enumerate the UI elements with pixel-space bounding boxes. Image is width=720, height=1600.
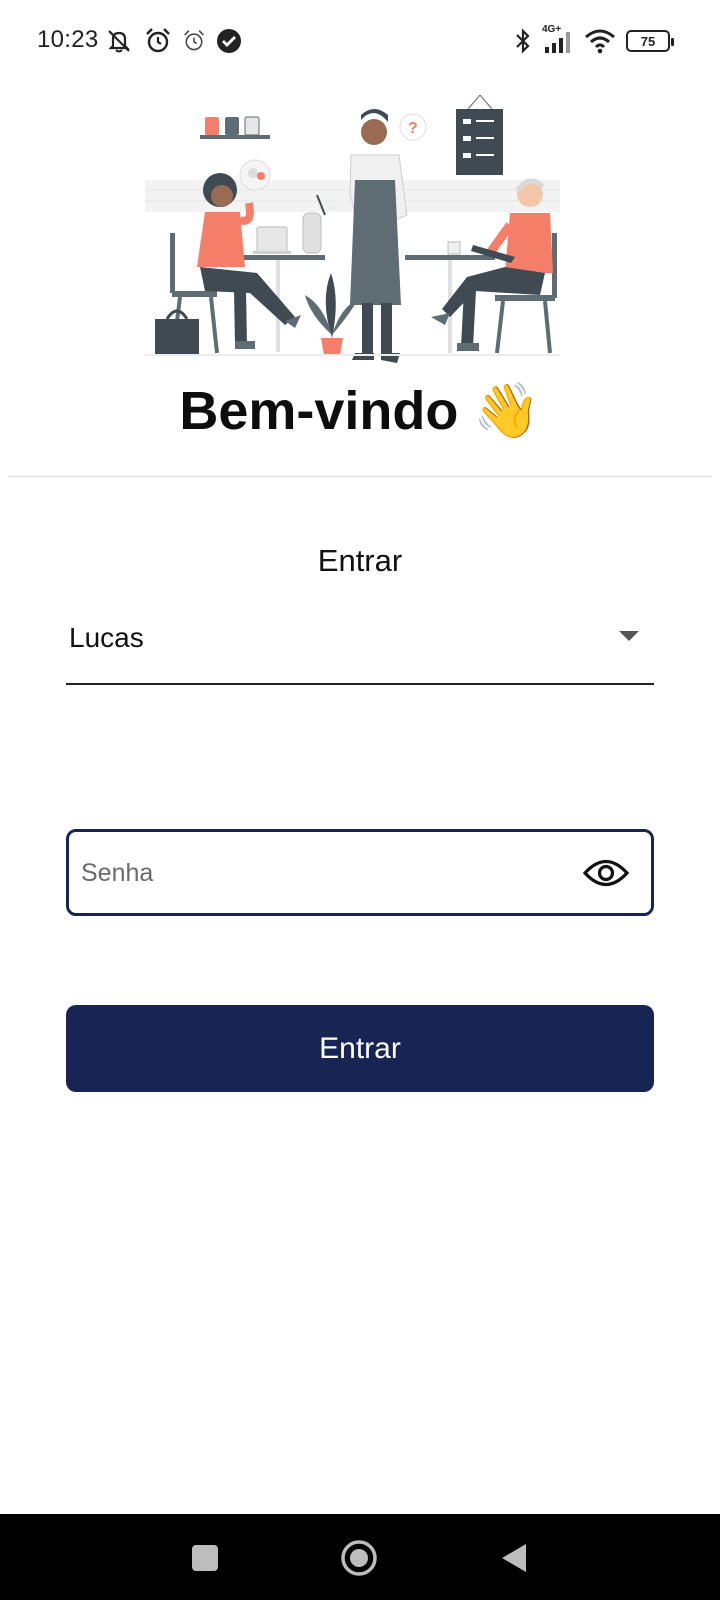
home-button[interactable]	[337, 1536, 381, 1580]
login-button[interactable]: Entrar	[66, 1005, 654, 1092]
cafe-illustration: ?	[145, 95, 560, 363]
password-field[interactable]	[66, 829, 654, 916]
recents-icon	[192, 1545, 218, 1571]
navigation-bar	[0, 1514, 720, 1600]
wifi-icon	[585, 29, 615, 54]
divider	[8, 476, 712, 477]
mute-icon	[108, 30, 130, 53]
check-circle-icon	[217, 29, 241, 53]
battery-level: 75	[640, 33, 656, 49]
bluetooth-icon	[516, 28, 530, 54]
signal-icon: 4G+	[542, 24, 574, 54]
user-select[interactable]: Lucas	[66, 605, 654, 685]
back-icon	[502, 1544, 526, 1572]
welcome-title: Bem-vindo 👋	[0, 380, 720, 443]
welcome-text: Bem-vindo	[179, 381, 459, 441]
user-select-value: Lucas	[69, 622, 144, 653]
eye-icon[interactable]	[583, 854, 629, 892]
back-button[interactable]	[492, 1536, 536, 1580]
alarm-outline-icon	[184, 30, 204, 51]
battery-icon: 75	[626, 30, 674, 52]
svg-text:?: ?	[408, 120, 418, 137]
password-input[interactable]	[81, 846, 561, 900]
status-bar: 10:23 4G+ 75	[0, 0, 720, 84]
waving-hand-icon: 👋	[473, 381, 541, 441]
dropdown-arrow-icon	[619, 631, 639, 641]
home-icon	[341, 1540, 377, 1576]
login-heading: Entrar	[317, 543, 403, 578]
alarm-icon	[146, 28, 170, 53]
status-time: 10:23	[37, 26, 99, 53]
recents-button[interactable]	[183, 1536, 227, 1580]
